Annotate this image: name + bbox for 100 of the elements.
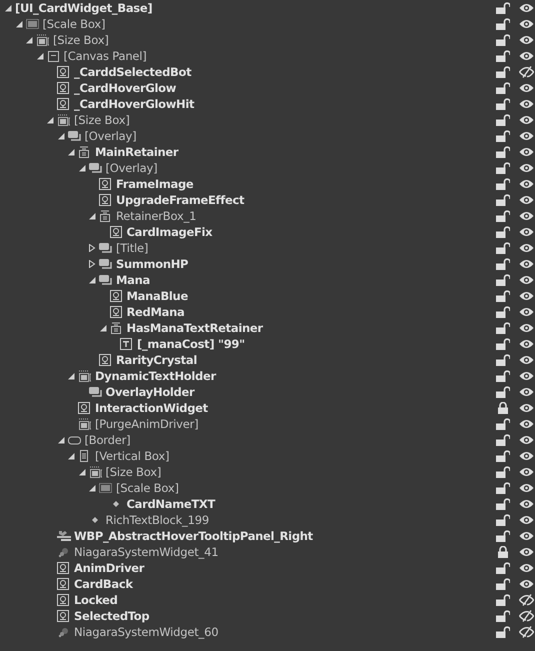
widget-label[interactable]: NiagaraSystemWidget_41 (74, 545, 218, 559)
widget-label[interactable]: SelectedTop (74, 609, 150, 623)
eye-icon[interactable] (519, 370, 534, 382)
widget-label[interactable]: [Scale Box] (42, 17, 106, 31)
open-padlock-icon[interactable] (496, 66, 510, 78)
open-padlock-icon[interactable] (496, 450, 510, 462)
eye-icon[interactable] (519, 338, 534, 350)
open-padlock-icon[interactable] (496, 594, 510, 606)
eye-icon[interactable] (519, 498, 534, 510)
open-padlock-icon[interactable] (496, 434, 510, 446)
widget-label[interactable]: [Size Box] (53, 33, 109, 47)
open-padlock-icon[interactable] (496, 322, 510, 334)
eye-icon[interactable] (519, 290, 534, 302)
collapse-arrow-icon[interactable] (56, 436, 68, 444)
eye-icon[interactable] (519, 546, 534, 558)
widget-label[interactable]: WBP_AbstractHoverTooltipPanel_Right (74, 529, 313, 543)
eye-icon[interactable] (519, 194, 534, 206)
open-padlock-icon[interactable] (496, 162, 510, 174)
eye-icon[interactable] (519, 114, 534, 126)
widget-label[interactable]: Mana (116, 273, 150, 287)
eye-icon[interactable] (519, 18, 534, 30)
crossed-eye-icon[interactable] (519, 610, 534, 622)
widget-label[interactable]: AnimDriver (74, 561, 144, 575)
eye-icon[interactable] (519, 98, 534, 110)
eye-icon[interactable] (519, 450, 534, 462)
open-padlock-icon[interactable] (496, 258, 510, 270)
widget-label[interactable]: SummonHP (116, 257, 188, 271)
padlock-icon[interactable] (496, 402, 510, 414)
open-padlock-icon[interactable] (496, 338, 510, 350)
eye-icon[interactable] (519, 146, 534, 158)
eye-icon[interactable] (519, 130, 534, 142)
open-padlock-icon[interactable] (496, 370, 510, 382)
widget-label[interactable]: MainRetainer (95, 145, 178, 159)
eye-icon[interactable] (519, 530, 534, 542)
widget-label[interactable]: DynamicTextHolder (95, 369, 216, 383)
eye-icon[interactable] (519, 274, 534, 286)
widget-label[interactable]: HasManaTextRetainer (126, 321, 263, 335)
widget-label[interactable]: [_manaCost] "99" (137, 337, 245, 351)
open-padlock-icon[interactable] (496, 514, 510, 526)
open-padlock-icon[interactable] (496, 194, 510, 206)
widget-label[interactable]: FrameImage (116, 177, 194, 191)
open-padlock-icon[interactable] (496, 98, 510, 110)
widget-label[interactable]: [Vertical Box] (95, 449, 170, 463)
widget-label[interactable]: [UI_CardWidget_Base] (15, 1, 152, 15)
eye-icon[interactable] (519, 354, 534, 366)
widget-label[interactable]: RarityCrystal (116, 353, 197, 367)
open-padlock-icon[interactable] (496, 306, 510, 318)
widget-label[interactable]: [Border] (84, 433, 130, 447)
widget-label[interactable]: InteractionWidget (95, 401, 208, 415)
eye-icon[interactable] (519, 34, 534, 46)
open-padlock-icon[interactable] (496, 562, 510, 574)
open-padlock-icon[interactable] (496, 2, 510, 14)
widget-label[interactable]: [Size Box] (106, 465, 162, 479)
widget-label[interactable]: RetainerBox_1 (116, 209, 196, 223)
eye-icon[interactable] (519, 418, 534, 430)
widget-label[interactable]: RichTextBlock_199 (106, 513, 209, 527)
open-padlock-icon[interactable] (496, 50, 510, 62)
open-padlock-icon[interactable] (496, 578, 510, 590)
eye-icon[interactable] (519, 50, 534, 62)
eye-icon[interactable] (519, 434, 534, 446)
collapse-arrow-icon[interactable] (14, 20, 26, 28)
eye-icon[interactable] (519, 258, 534, 270)
widget-label[interactable]: [PurgeAnimDriver] (95, 417, 198, 431)
eye-icon[interactable] (519, 514, 534, 526)
eye-icon[interactable] (519, 306, 534, 318)
collapse-arrow-icon[interactable] (36, 52, 46, 60)
collapse-arrow-icon[interactable] (98, 324, 110, 332)
eye-icon[interactable] (519, 562, 534, 574)
collapse-arrow-icon[interactable] (78, 164, 88, 172)
open-padlock-icon[interactable] (496, 274, 510, 286)
open-padlock-icon[interactable] (496, 82, 510, 94)
widget-label[interactable]: CardImageFix (126, 225, 212, 239)
open-padlock-icon[interactable] (496, 114, 510, 126)
open-padlock-icon[interactable] (496, 354, 510, 366)
eye-icon[interactable] (519, 578, 534, 590)
widget-label[interactable]: [Overlay] (106, 161, 158, 175)
eye-icon[interactable] (519, 466, 534, 478)
eye-icon[interactable] (519, 2, 534, 14)
open-padlock-icon[interactable] (496, 210, 510, 222)
eye-icon[interactable] (519, 226, 534, 238)
open-padlock-icon[interactable] (496, 146, 510, 158)
collapse-arrow-icon[interactable] (56, 132, 68, 140)
open-padlock-icon[interactable] (496, 242, 510, 254)
eye-icon[interactable] (519, 210, 534, 222)
open-padlock-icon[interactable] (496, 290, 510, 302)
eye-icon[interactable] (519, 322, 534, 334)
eye-icon[interactable] (519, 82, 534, 94)
widget-label[interactable]: _CardHoverGlow (74, 81, 176, 95)
crossed-eye-icon[interactable] (519, 594, 534, 606)
open-padlock-icon[interactable] (496, 386, 510, 398)
widget-label[interactable]: CardBack (74, 577, 133, 591)
widget-label[interactable]: ManaBlue (126, 289, 188, 303)
widget-label[interactable]: [Canvas Panel] (64, 49, 147, 63)
open-padlock-icon[interactable] (496, 482, 510, 494)
widget-label[interactable]: [Title] (116, 241, 148, 255)
open-padlock-icon[interactable] (496, 34, 510, 46)
widget-label[interactable]: _CarddSelectedBot (74, 65, 192, 79)
widget-label[interactable]: CardNameTXT (126, 497, 216, 511)
open-padlock-icon[interactable] (496, 530, 510, 542)
open-padlock-icon[interactable] (496, 418, 510, 430)
